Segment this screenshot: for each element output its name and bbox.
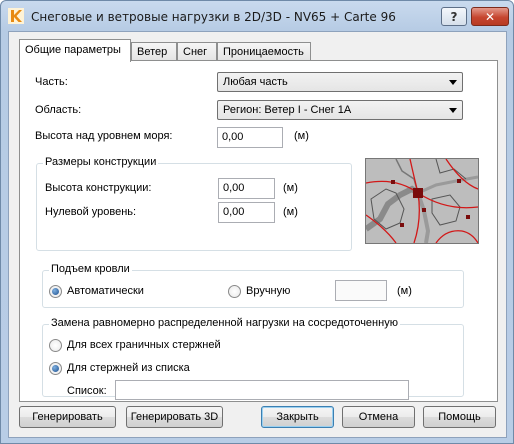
tab-snow[interactable]: Снег [177, 42, 217, 61]
region-map-drawing [366, 159, 478, 243]
help-button[interactable]: Помощь [423, 406, 496, 428]
bars-list-input[interactable] [115, 380, 409, 400]
region-map-image [365, 158, 479, 244]
all-boundary-bars-label[interactable]: Для всех граничных стержней [67, 339, 221, 351]
roof-manual-radio[interactable] [228, 285, 241, 298]
structure-height-input[interactable]: 0,00 [218, 178, 275, 199]
tab-wind[interactable]: Ветер [131, 42, 177, 61]
roof-auto-label[interactable]: Автоматически [67, 285, 144, 297]
roof-manual-label[interactable]: Вручную [246, 285, 290, 297]
general-parameters-panel: Часть: Любая часть Область: Регион: Вете… [19, 60, 498, 402]
tab-permeability[interactable]: Проницаемость [217, 42, 311, 61]
list-label: Список: [67, 385, 107, 397]
part-select-value: Любая часть [223, 76, 288, 88]
dialog-client-area: Общие параметры Ветер Снег Проницаемость… [8, 31, 507, 438]
altitude-unit: (м) [294, 130, 309, 142]
roof-rise-group: Подъем кровли Автоматически Вручную (м) [42, 263, 464, 308]
zero-level-unit: (м) [283, 206, 298, 218]
altitude-input[interactable]: 0,00 [217, 127, 283, 148]
chevron-down-icon [449, 80, 457, 85]
dimensions-group: Размеры конструкции Высота конструкции: … [36, 156, 352, 251]
all-boundary-bars-radio[interactable] [49, 339, 62, 352]
dimensions-caption: Размеры конструкции [43, 156, 159, 168]
zero-level-input[interactable]: 0,00 [218, 202, 275, 223]
bars-from-list-label[interactable]: Для стержней из списка [67, 362, 190, 374]
part-select[interactable]: Любая часть [217, 72, 463, 92]
chevron-down-icon [449, 108, 457, 113]
roof-auto-radio[interactable] [49, 285, 62, 298]
help-title-button[interactable]: ? [441, 7, 467, 26]
load-replacement-caption: Замена равномерно распределенной нагрузк… [49, 317, 400, 329]
bars-from-list-radio[interactable] [49, 362, 62, 375]
tab-general[interactable]: Общие параметры [19, 39, 131, 62]
altitude-label: Высота над уровнем моря: [35, 130, 173, 142]
generate-button[interactable]: Генерировать [19, 406, 116, 428]
close-button[interactable]: Закрыть [261, 406, 334, 428]
generate-3d-button[interactable]: Генерировать 3D [126, 406, 223, 428]
dialog-window: Снеговые и ветровые нагрузки в 2D/3D - N… [0, 0, 514, 444]
structure-height-label: Высота конструкции: [45, 182, 152, 194]
cancel-button[interactable]: Отмена [342, 406, 415, 428]
window-title: Снеговые и ветровые нагрузки в 2D/3D - N… [31, 10, 396, 24]
area-select[interactable]: Регион: Ветер I - Снег 1А [217, 100, 463, 120]
close-window-button[interactable]: ✕ [471, 7, 509, 26]
load-replacement-group: Замена равномерно распределенной нагрузк… [42, 317, 464, 400]
app-logo-icon [8, 8, 24, 24]
structure-height-unit: (м) [283, 182, 298, 194]
area-select-value: Регион: Ветер I - Снег 1А [223, 104, 352, 116]
roof-rise-caption: Подъем кровли [49, 263, 132, 275]
title-bar[interactable]: Снеговые и ветровые нагрузки в 2D/3D - N… [1, 1, 513, 31]
roof-manual-unit: (м) [397, 285, 412, 297]
roof-manual-input[interactable] [335, 280, 387, 301]
area-label: Область: [35, 104, 82, 116]
close-icon: ✕ [484, 9, 496, 24]
zero-level-label: Нулевой уровень: [45, 206, 137, 218]
part-label: Часть: [35, 76, 68, 88]
